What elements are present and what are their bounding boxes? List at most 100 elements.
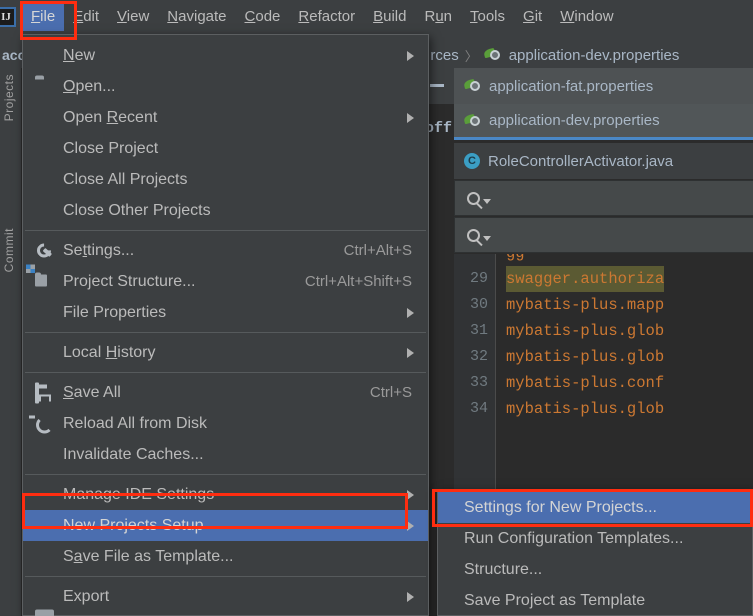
collapse-dash-icon [430, 84, 444, 87]
editor-tab-application-fat[interactable]: application-fat.properties × [454, 68, 753, 104]
properties-file-icon [482, 47, 501, 63]
left-tool-strip: Projects Commit [0, 68, 22, 616]
menu-item-new[interactable]: New [23, 40, 428, 71]
sidebar-item-projects[interactable]: Projects [2, 74, 16, 121]
menu-item-export[interactable]: Export [23, 581, 428, 612]
project-structure-icon [26, 264, 54, 290]
menu-window[interactable]: Window [551, 3, 622, 31]
menu-item-label: Local History [63, 343, 156, 361]
breadcrumb-crumb-2[interactable]: application-dev.properties [509, 47, 680, 64]
menu-tools[interactable]: Tools [461, 3, 514, 31]
menu-run[interactable]: Run [415, 3, 461, 31]
chevron-down-icon[interactable] [483, 198, 491, 204]
menu-item-close-other-projects[interactable]: Close Other Projects [23, 195, 428, 226]
code-text: mybatis-plus.glob [506, 322, 665, 340]
line-number: 32 [469, 348, 488, 365]
menu-item-label: Project Structure... [63, 272, 196, 290]
main-menu-bar: IJ File Edit View Navigate Code Refactor Build… [0, 0, 753, 34]
menu-git[interactable]: Git [514, 3, 551, 31]
menu-item-manage-ide-settings[interactable]: Manage IDE Settings [23, 479, 428, 510]
menu-item-save-all[interactable]: Save All Ctrl+S [23, 377, 428, 408]
code-line: 33 mybatis-plus.conf [454, 370, 753, 396]
line-number: 30 [469, 296, 488, 313]
menu-separator [25, 576, 426, 577]
menu-item-open[interactable]: Open... [23, 71, 428, 102]
menu-item-print[interactable]: PrintCtrl+P [23, 612, 428, 616]
editor-tab-label: application-fat.properties [489, 77, 654, 95]
chevron-right-icon [407, 347, 414, 358]
menu-item-label: New Projects Setup [63, 516, 204, 534]
editor-tab-application-dev[interactable]: application-dev.properties × [454, 104, 753, 140]
menu-item-label: Manage IDE Settings [63, 485, 215, 503]
editor-tab-role-controller-activator[interactable]: C RoleControllerActivator.java × [454, 143, 753, 179]
code-text: swagger.authoriza [506, 266, 665, 292]
menu-edit[interactable]: Edit [64, 3, 108, 31]
breadcrumb-separator-icon: 〉 [464, 48, 478, 64]
save-icon [35, 382, 54, 403]
wrench-icon [35, 242, 54, 259]
chevron-right-icon [407, 489, 414, 500]
menu-item-label: New [63, 46, 96, 64]
line-number: 29 [469, 270, 488, 287]
menu-item-invalidate-caches[interactable]: Invalidate Caches... [23, 439, 428, 470]
search-icon [467, 228, 480, 242]
submenu-item-label: Structure... [464, 560, 543, 578]
menu-navigate[interactable]: Navigate [158, 3, 235, 31]
menu-item-label: Open Recent [63, 108, 158, 126]
new-projects-setup-submenu[interactable]: Settings for New Projects... Run Configur… [437, 489, 753, 616]
menu-item-file-properties[interactable]: File Properties [23, 297, 428, 328]
menu-item-shortcut: Ctrl+Alt+Shift+S [304, 273, 412, 290]
code-line: 30 mybatis-plus.mapp [454, 292, 753, 318]
menu-item-reload-all-from-disk[interactable]: Reload All from Disk [23, 408, 428, 439]
submenu-item-label: Settings for New Projects... [464, 498, 657, 516]
submenu-item-label: Save Project as Template [464, 591, 646, 609]
menu-item-close-all-projects[interactable]: Close All Projects [23, 164, 428, 195]
menu-separator [25, 230, 426, 231]
menu-item-settings[interactable]: Settings... Ctrl+Alt+S [23, 235, 428, 266]
search-input-secondary[interactable] [454, 217, 753, 253]
menu-item-label: Close Other Projects [63, 201, 211, 219]
menu-code[interactable]: Code [236, 3, 290, 31]
editor-tab-label: application-dev.properties [489, 112, 660, 129]
submenu-item-settings-for-new-projects[interactable]: Settings for New Projects... [438, 492, 752, 523]
menu-item-close-project[interactable]: Close Project [23, 133, 428, 164]
menu-item-shortcut: Ctrl+Alt+S [343, 242, 412, 259]
menu-view[interactable]: View [108, 3, 158, 31]
code-line: 32 mybatis-plus.glob [454, 344, 753, 370]
menu-item-label: File Properties [63, 303, 167, 321]
chevron-right-icon [407, 50, 414, 61]
menu-item-project-structure[interactable]: Project Structure... Ctrl+Alt+Shift+S [23, 264, 428, 297]
code-line: gg [454, 254, 753, 266]
menu-item-shortcut: Ctrl+S [369, 384, 412, 401]
ide-window: IJ File Edit View Navigate Code Refactor Build… [0, 0, 753, 616]
chevron-right-icon [407, 520, 414, 531]
menu-build[interactable]: Build [364, 3, 415, 31]
line-number: 31 [469, 322, 488, 339]
code-text: mybatis-plus.glob [506, 400, 665, 418]
line-number: 34 [469, 400, 488, 417]
file-menu-dropdown[interactable]: New Open... Open Recent Close Project Close … [22, 34, 429, 616]
sidebar-item-commit[interactable]: Commit [2, 228, 16, 272]
menu-item-new-projects-setup[interactable]: New Projects Setup [23, 510, 428, 541]
menu-refactor[interactable]: Refactor [289, 3, 364, 31]
chevron-right-icon [407, 307, 414, 318]
chevron-down-icon[interactable] [483, 235, 491, 241]
menu-item-open-recent[interactable]: Open Recent [23, 102, 428, 133]
code-text: mybatis-plus.mapp [506, 296, 665, 314]
line-number: 33 [469, 374, 488, 391]
menu-separator [25, 474, 426, 475]
menu-item-save-file-as-template[interactable]: Save File as Template... [23, 541, 428, 572]
chevron-right-icon [407, 112, 414, 123]
search-input-primary[interactable] [454, 180, 753, 216]
menu-separator [25, 332, 426, 333]
submenu-item-save-project-as-template[interactable]: Save Project as Template [438, 585, 752, 616]
menu-separator [25, 372, 426, 373]
folder-icon [35, 78, 54, 95]
submenu-item-structure[interactable]: Structure... [438, 554, 752, 585]
menu-item-label: Close Project [63, 139, 159, 157]
menu-file[interactable]: File [22, 3, 65, 31]
submenu-item-run-configuration-templates[interactable]: Run Configuration Templates... [438, 523, 752, 554]
menu-item-local-history[interactable]: Local History [23, 337, 428, 368]
breadcrumb-crumb-1[interactable]: rces [430, 47, 458, 64]
submenu-item-label: Run Configuration Templates... [464, 529, 684, 547]
